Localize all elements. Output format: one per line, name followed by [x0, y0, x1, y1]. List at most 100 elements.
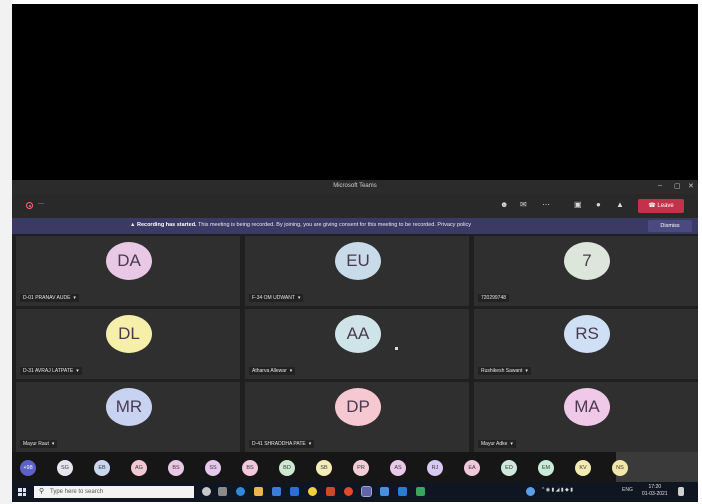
tray-participant-avatar[interactable]: SG: [57, 460, 73, 476]
language-indicator[interactable]: ENG: [622, 487, 633, 493]
tray-participant-avatar[interactable]: SS: [205, 460, 221, 476]
participant-name: Atharva Allewar: [252, 368, 287, 374]
tray-participant-avatar[interactable]: EA: [464, 460, 480, 476]
recording-text: This meeting is being recorded. By joini…: [196, 222, 472, 228]
left-bezel: [0, 0, 12, 504]
app-icon[interactable]: [308, 487, 317, 496]
clock-date: 01-03-2021: [642, 491, 668, 497]
tray-app-icon[interactable]: [526, 487, 535, 496]
participant-name-tag: 720299748: [478, 294, 510, 302]
dismiss-button[interactable]: Dismiss: [648, 220, 692, 232]
participant-name: Mayur Adke: [481, 441, 508, 447]
participant-name-tag: D-41 SHRADDHA PATE ▾: [249, 440, 315, 448]
more-icon[interactable]: ⋯: [542, 200, 550, 210]
tray-participant-avatar[interactable]: AS: [390, 460, 406, 476]
meeting-toolbar: --- ☻ ✉ ⋯ ▣ ● ▲ ☎ Leave: [12, 194, 698, 218]
file-explorer-icon[interactable]: [254, 487, 263, 496]
participant-name-tag: Atharva Allewar ▾: [249, 367, 296, 375]
task-view-icon[interactable]: [218, 487, 227, 496]
avatar: AA: [335, 315, 381, 353]
word-icon[interactable]: [398, 487, 407, 496]
tray-participant-avatar[interactable]: BS: [168, 460, 184, 476]
app3-icon[interactable]: [416, 487, 425, 496]
participant-tile[interactable]: AA Atharva Allewar ▾: [245, 309, 469, 379]
tray-participant-avatar[interactable]: SB: [316, 460, 332, 476]
participant-name: Mayur Raut: [23, 441, 49, 447]
mic-off-icon: ▾: [51, 441, 55, 447]
notifications-icon[interactable]: [678, 487, 684, 496]
participant-name: Rushikesh Sawant: [481, 368, 523, 374]
tray-participant-avatar[interactable]: KV: [575, 460, 591, 476]
mic-icon[interactable]: ●: [596, 200, 601, 210]
windows-start-icon[interactable]: [18, 488, 26, 496]
screen: Microsoft Teams – ▢ ✕ --- ☻ ✉ ⋯ ▣ ● ▲ ☎ …: [12, 4, 698, 502]
participant-name: D-01 PRANAV AUDE: [23, 295, 71, 301]
app2-icon[interactable]: [380, 487, 389, 496]
share-icon[interactable]: ▲: [616, 200, 624, 210]
tray-participant-avatar[interactable]: NS: [612, 460, 628, 476]
tray-participant-avatar[interactable]: EM: [538, 460, 554, 476]
teams-window: Microsoft Teams – ▢ ✕ --- ☻ ✉ ⋯ ▣ ● ▲ ☎ …: [12, 180, 698, 502]
tray-participant-avatar[interactable]: BS: [242, 460, 258, 476]
recording-icon: [26, 202, 33, 209]
avatar: 7: [564, 242, 610, 280]
minimize-button[interactable]: –: [658, 182, 662, 189]
participant-tile[interactable]: 7 720299748: [474, 236, 698, 306]
participant-tile[interactable]: MA Mayur Adke ▾: [474, 382, 698, 452]
search-placeholder: Type here to search: [50, 489, 104, 495]
avatar: DA: [106, 242, 152, 280]
close-button[interactable]: ✕: [688, 182, 694, 190]
participant-name: F-34 OM UDWANT: [252, 295, 295, 301]
office-icon[interactable]: [326, 487, 335, 496]
mic-off-icon: ▾: [73, 295, 76, 301]
participant-name-tag: F-34 OM UDWANT ▾: [249, 294, 304, 302]
tray-participant-avatar[interactable]: ED: [501, 460, 517, 476]
search-icon: ⚲: [39, 488, 45, 495]
edge-icon[interactable]: [236, 487, 245, 496]
more-participants-button[interactable]: +98: [20, 460, 36, 476]
tray-participant-avatar[interactable]: AG: [131, 460, 147, 476]
restore-button[interactable]: ▢: [674, 182, 681, 190]
camera-icon[interactable]: ▣: [574, 200, 582, 210]
participant-name-tag: Rushikesh Sawant ▾: [478, 367, 531, 375]
mail-icon[interactable]: [290, 487, 299, 496]
mic-off-icon: ▾: [289, 368, 293, 374]
leave-button[interactable]: ☎ Leave: [638, 199, 684, 213]
participant-tile[interactable]: DP D-41 SHRADDHA PATE ▾: [245, 382, 469, 452]
avatar: DP: [335, 388, 381, 426]
participant-tile[interactable]: EU F-34 OM UDWANT ▾: [245, 236, 469, 306]
recording-message: ▲ Recording has started. This meeting is…: [130, 222, 471, 228]
mic-off-icon: ▾: [510, 441, 513, 447]
store-icon[interactable]: [272, 487, 281, 496]
avatar: EU: [335, 242, 381, 280]
teams-icon[interactable]: [361, 486, 372, 497]
tray-participant-avatar[interactable]: PR: [353, 460, 369, 476]
taskbar-clock[interactable]: 17:20 01-03-2021: [642, 484, 668, 498]
mic-off-icon: ▾: [525, 368, 528, 374]
warning-icon: ▲: [130, 222, 137, 228]
participant-tile[interactable]: DL D-31 AVRAJ LATPATE ▾: [16, 309, 240, 379]
leave-label: Leave: [657, 203, 674, 209]
windows-taskbar: ⚲ Type here to search ^ ◉ ▮ ◢ ▮ ◆ ▮ ENG …: [12, 482, 698, 502]
participants-icon[interactable]: ☻: [500, 200, 508, 210]
tray-participant-avatar[interactable]: RJ: [427, 460, 443, 476]
tray-participant-avatar[interactable]: EB: [94, 460, 110, 476]
avatar: RS: [564, 315, 610, 353]
mouse-cursor: [395, 347, 398, 350]
participant-name-tag: D-01 PRANAV AUDE ▾: [20, 294, 79, 302]
meeting-timer: ---: [38, 201, 44, 207]
video-grid: DA D-01 PRANAV AUDE ▾ EU F-34 OM UDWANT ▾ …: [16, 236, 698, 452]
avatar: MA: [564, 388, 610, 426]
chrome-icon[interactable]: [344, 487, 353, 496]
participant-tile[interactable]: MR Mayur Raut ▾: [16, 382, 240, 452]
participant-tile[interactable]: RS Rushikesh Sawant ▾: [474, 309, 698, 379]
title-bar: Microsoft Teams – ▢ ✕: [12, 180, 698, 194]
participant-tile[interactable]: DA D-01 PRANAV AUDE ▾: [16, 236, 240, 306]
chat-icon[interactable]: ✉: [520, 200, 527, 210]
system-tray-icons[interactable]: ^ ◉ ▮ ◢ ▮ ◆ ▮: [542, 487, 573, 493]
tray-participant-avatar[interactable]: BD: [279, 460, 295, 476]
taskbar-search-box[interactable]: ⚲ Type here to search: [34, 486, 194, 498]
participant-name: D-41 SHRADDHA PATE: [252, 441, 306, 447]
cortana-icon[interactable]: [202, 487, 211, 496]
participant-name-tag: Mayur Adke ▾: [478, 440, 516, 448]
